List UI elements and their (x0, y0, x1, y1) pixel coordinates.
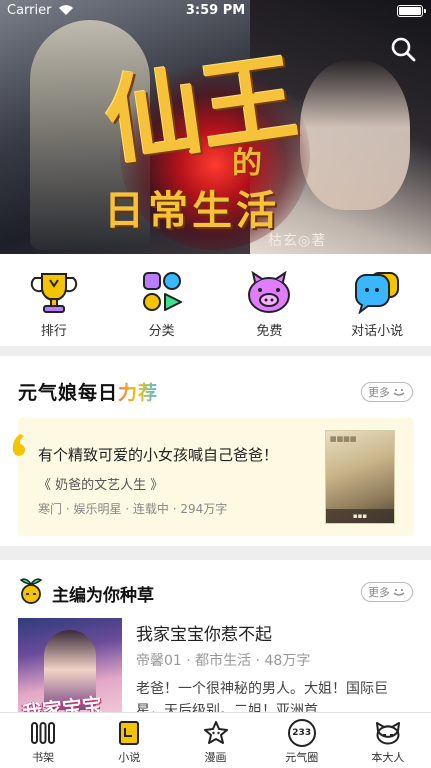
book-meta: 帝馨01 · 都市生活 · 48万字 (136, 653, 311, 669)
tab-label: 本大人 (371, 751, 405, 764)
banner-title-main: 仙王 (98, 40, 305, 179)
tab-label: 漫画 (204, 751, 227, 764)
novel-book-icon (119, 721, 140, 745)
banner-author: 枯玄◎著 (268, 233, 327, 249)
recommend-title-accent: 力荐 (118, 382, 159, 404)
more-sparkle-icon (393, 389, 405, 396)
recommend-book-cover[interactable]: ▦▦▦▦ ▪▪▪ (325, 430, 395, 524)
community-badge-text: 233 (292, 728, 312, 738)
category-grid-icon (142, 272, 182, 311)
more-label: 更多 (368, 386, 390, 399)
sprout-mascot-icon (19, 578, 43, 604)
more-label: 更多 (368, 586, 390, 599)
quote-icon (12, 434, 25, 456)
chat-bubbles-icon (355, 272, 400, 314)
tab-profile[interactable]: 本大人 (345, 713, 431, 768)
community-233-icon: 233 (287, 719, 316, 747)
banner-title-de: 的 (232, 146, 262, 181)
tab-bookshelf[interactable]: 书架 (0, 713, 86, 768)
recommend-headline: 有个精致可爱的小女孩喊自己爸爸！ (38, 446, 279, 464)
recommend-book-name: 《 奶爸的文艺人生 》 (38, 478, 164, 493)
category-row: 排行 分类 免费 对话小说 (0, 254, 431, 346)
recommend-title: 元气娘每日力荐 (18, 378, 158, 405)
tab-label: 小说 (118, 751, 141, 764)
trophy-icon (30, 273, 78, 313)
editor-picks-title: 主编为你种草 (52, 586, 154, 606)
category-ranking[interactable]: 排行 (0, 254, 108, 346)
book-title[interactable]: 我家宝宝你惹不起 (136, 620, 272, 645)
book-cover[interactable]: 我家宝宝 (18, 618, 122, 712)
tab-community[interactable]: 233 元气圈 (259, 713, 345, 768)
cover-bottom-band: ▪▪▪ (326, 509, 394, 523)
tab-label: 书架 (32, 751, 55, 764)
battery-icon (397, 5, 426, 17)
recommend-book-meta: 寒门 · 娱乐明星 · 连载中 · 294万字 (38, 502, 228, 516)
cover-publisher-mark: ▦▦▦▦ (330, 435, 357, 443)
recommend-more-button[interactable]: 更多 (361, 382, 413, 402)
banner-character-face (300, 60, 410, 210)
banner-title-sub: 日常生活 (104, 187, 280, 234)
category-chat-novel[interactable]: 对话小说 (323, 254, 431, 346)
category-free[interactable]: 免费 (216, 254, 324, 346)
cover-title-art: 我家宝宝 (21, 692, 104, 712)
hero-banner[interactable]: 仙王 的 日常生活 枯玄◎著 (0, 0, 431, 254)
book-description: 老爸！一个很神秘的男人。大姐！国际巨星，天后级别。二姐！亚洲首 (136, 681, 388, 712)
category-classify[interactable]: 分类 (108, 254, 216, 346)
more-sparkle-icon (393, 589, 405, 596)
profile-face-icon (375, 722, 400, 745)
comic-star-icon (203, 721, 228, 744)
bookshelf-icon (31, 722, 56, 744)
status-bar: Carrier 3:59 PM (0, 0, 431, 22)
search-icon[interactable] (390, 36, 416, 62)
editor-picks-section: 主编为你种草 更多 我家宝宝 我家宝宝你惹不起 帝馨01 · 都市生活 · 48… (0, 560, 431, 712)
category-label: 免费 (256, 324, 283, 339)
free-pig-icon (248, 270, 291, 313)
tab-label: 元气圈 (285, 751, 319, 764)
category-label: 分类 (148, 324, 175, 339)
bottom-tab-bar: 书架 小说 漫画 233 元气圈 本大人 (0, 712, 431, 768)
recommend-card[interactable]: 有个精致可爱的小女孩喊自己爸爸！ 《 奶爸的文艺人生 》 寒门 · 娱乐明星 ·… (12, 418, 414, 536)
tab-comic[interactable]: 漫画 (172, 713, 258, 768)
category-label: 对话小说 (351, 324, 404, 339)
status-time: 3:59 PM (185, 3, 246, 18)
category-label: 排行 (40, 324, 67, 339)
editor-more-button[interactable]: 更多 (361, 582, 413, 602)
daily-recommend-section: 元气娘每日力荐 更多 有个精致可爱的小女孩喊自己爸爸！ 《 奶爸的文艺人生 》 … (0, 356, 431, 546)
tab-novel[interactable]: 小说 (86, 713, 172, 768)
recommend-title-prefix: 元气娘每日 (18, 382, 119, 404)
